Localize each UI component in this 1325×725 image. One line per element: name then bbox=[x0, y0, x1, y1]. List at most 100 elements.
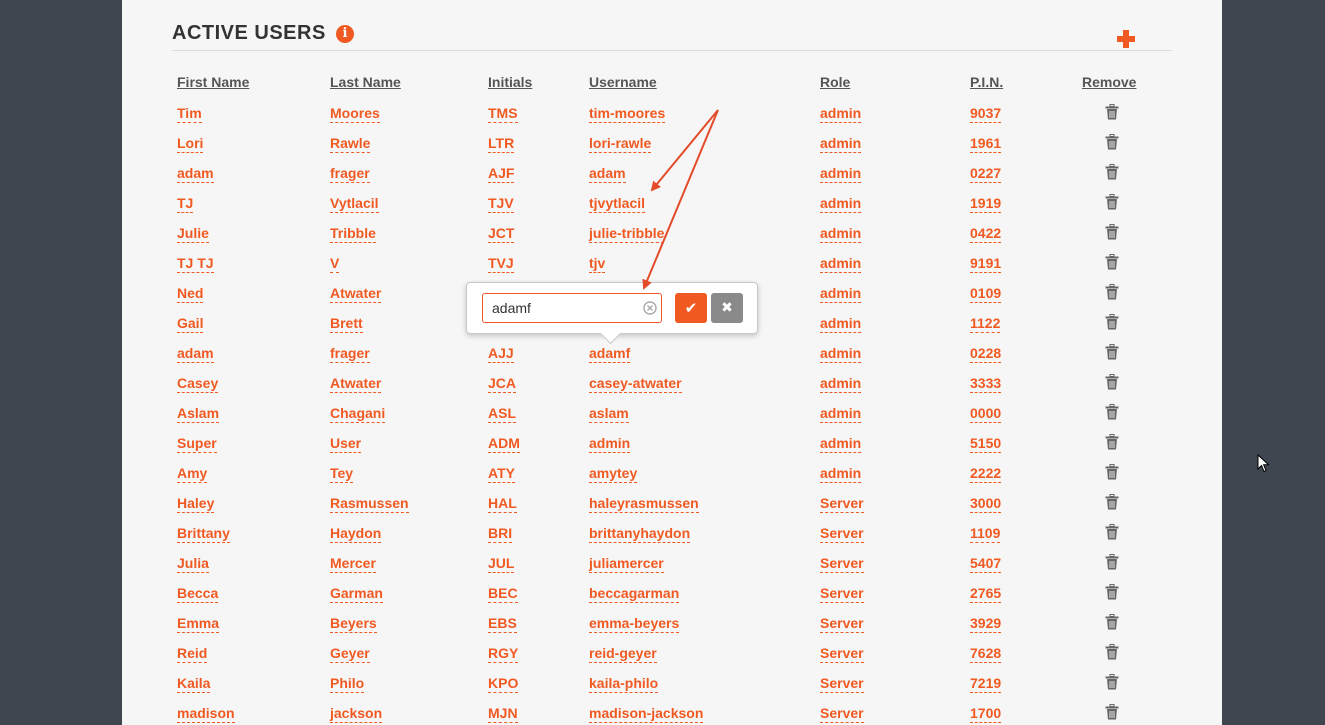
cell-role[interactable]: admin bbox=[820, 284, 862, 303]
info-icon[interactable]: i bbox=[336, 25, 354, 43]
trash-icon[interactable] bbox=[1105, 284, 1119, 300]
trash-icon[interactable] bbox=[1105, 554, 1119, 570]
cell-username[interactable]: kaila-philo bbox=[589, 674, 659, 693]
cell-username[interactable]: tjvytlacil bbox=[589, 194, 646, 213]
cell-last-name[interactable]: Chagani bbox=[330, 404, 386, 423]
cell-role[interactable]: admin bbox=[820, 134, 862, 153]
cell-role[interactable]: admin bbox=[820, 464, 862, 483]
cell-role[interactable]: Server bbox=[820, 524, 864, 543]
username-edit-input[interactable] bbox=[482, 293, 662, 323]
cell-pin[interactable]: 1919 bbox=[970, 194, 1002, 213]
cell-username[interactable]: emma-beyers bbox=[589, 614, 680, 633]
cell-last-name[interactable]: Rawle bbox=[330, 134, 371, 153]
cell-initials[interactable]: ATY bbox=[488, 464, 515, 483]
cell-initials[interactable]: BEC bbox=[488, 584, 518, 603]
cell-pin[interactable]: 9191 bbox=[970, 254, 1002, 273]
cell-last-name[interactable]: frager bbox=[330, 344, 370, 363]
cell-initials[interactable]: AJF bbox=[488, 164, 515, 183]
trash-icon[interactable] bbox=[1105, 674, 1119, 690]
cell-role[interactable]: admin bbox=[820, 374, 862, 393]
trash-icon[interactable] bbox=[1105, 344, 1119, 360]
cell-pin[interactable]: 5150 bbox=[970, 434, 1002, 453]
cell-pin[interactable]: 7628 bbox=[970, 644, 1002, 663]
trash-icon[interactable] bbox=[1105, 194, 1119, 210]
cell-first-name[interactable]: Julie bbox=[177, 224, 209, 243]
trash-icon[interactable] bbox=[1105, 584, 1119, 600]
cell-username[interactable]: casey-atwater bbox=[589, 374, 682, 393]
cell-pin[interactable]: 3929 bbox=[970, 614, 1002, 633]
cell-last-name[interactable]: User bbox=[330, 434, 362, 453]
trash-icon[interactable] bbox=[1105, 434, 1119, 450]
cell-first-name[interactable]: Super bbox=[177, 434, 217, 453]
cell-username[interactable]: amytey bbox=[589, 464, 638, 483]
trash-icon[interactable] bbox=[1105, 614, 1119, 630]
cell-initials[interactable]: ADM bbox=[488, 434, 520, 453]
cell-username[interactable]: juliamercer bbox=[589, 554, 664, 573]
cell-username[interactable]: lori-rawle bbox=[589, 134, 652, 153]
cell-last-name[interactable]: frager bbox=[330, 164, 370, 183]
cell-username[interactable]: aslam bbox=[589, 404, 629, 423]
cell-username[interactable]: admin bbox=[589, 434, 631, 453]
cell-pin[interactable]: 1109 bbox=[970, 524, 1001, 543]
cell-last-name[interactable]: Tey bbox=[330, 464, 354, 483]
cell-initials[interactable]: JCT bbox=[488, 224, 515, 243]
cell-last-name[interactable]: Moores bbox=[330, 104, 380, 123]
cell-first-name[interactable]: Amy bbox=[177, 464, 208, 483]
cell-initials[interactable]: LTR bbox=[488, 134, 515, 153]
cell-initials[interactable]: JUL bbox=[488, 554, 515, 573]
cell-username[interactable]: reid-geyer bbox=[589, 644, 657, 663]
trash-icon[interactable] bbox=[1105, 164, 1119, 180]
cell-initials[interactable]: BRI bbox=[488, 524, 513, 543]
cell-pin[interactable]: 3000 bbox=[970, 494, 1002, 513]
cell-last-name[interactable]: Mercer bbox=[330, 554, 376, 573]
cell-role[interactable]: admin bbox=[820, 104, 862, 123]
cell-username[interactable]: beccagarman bbox=[589, 584, 680, 603]
trash-icon[interactable] bbox=[1105, 644, 1119, 660]
cell-username[interactable]: julie-tribble bbox=[589, 224, 665, 243]
column-header-initials[interactable]: Initials bbox=[488, 74, 532, 90]
trash-icon[interactable] bbox=[1105, 254, 1119, 270]
cell-first-name[interactable]: Brittany bbox=[177, 524, 230, 543]
trash-icon[interactable] bbox=[1105, 224, 1119, 240]
cell-last-name[interactable]: Geyer bbox=[330, 644, 370, 663]
cell-first-name[interactable]: Ned bbox=[177, 284, 204, 303]
cell-role[interactable]: admin bbox=[820, 314, 862, 333]
cell-username[interactable]: adamf bbox=[589, 344, 631, 363]
cell-initials[interactable]: JCA bbox=[488, 374, 517, 393]
cell-username[interactable]: haleyrasmussen bbox=[589, 494, 699, 513]
cell-pin[interactable]: 0109 bbox=[970, 284, 1002, 303]
cell-username[interactable]: tim-moores bbox=[589, 104, 666, 123]
cell-initials[interactable]: EBS bbox=[488, 614, 517, 633]
cell-first-name[interactable]: TJ bbox=[177, 194, 194, 213]
cell-first-name[interactable]: Tim bbox=[177, 104, 202, 123]
cell-last-name[interactable]: V bbox=[330, 254, 340, 273]
trash-icon[interactable] bbox=[1105, 704, 1119, 720]
cell-pin[interactable]: 9037 bbox=[970, 104, 1002, 123]
cell-pin[interactable]: 7219 bbox=[970, 674, 1002, 693]
cell-initials[interactable]: MJN bbox=[488, 704, 518, 723]
trash-icon[interactable] bbox=[1105, 374, 1119, 390]
cancel-edit-button[interactable]: ✖ bbox=[711, 293, 743, 323]
cell-first-name[interactable]: Reid bbox=[177, 644, 208, 663]
trash-icon[interactable] bbox=[1105, 314, 1119, 330]
cell-last-name[interactable]: Atwater bbox=[330, 284, 382, 303]
cell-initials[interactable]: TVJ bbox=[488, 254, 514, 273]
cell-initials[interactable]: HAL bbox=[488, 494, 517, 513]
cell-role[interactable]: Server bbox=[820, 494, 864, 513]
cell-first-name[interactable]: Aslam bbox=[177, 404, 220, 423]
trash-icon[interactable] bbox=[1105, 464, 1119, 480]
trash-icon[interactable] bbox=[1105, 524, 1119, 540]
cell-role[interactable]: admin bbox=[820, 254, 862, 273]
cell-first-name[interactable]: Julia bbox=[177, 554, 209, 573]
cell-last-name[interactable]: Tribble bbox=[330, 224, 376, 243]
trash-icon[interactable] bbox=[1105, 134, 1119, 150]
cell-last-name[interactable]: Brett bbox=[330, 314, 363, 333]
add-user-plus-icon[interactable] bbox=[1115, 28, 1137, 50]
cell-initials[interactable]: TJV bbox=[488, 194, 514, 213]
clear-circle-icon[interactable] bbox=[643, 301, 657, 315]
column-header-last-name[interactable]: Last Name bbox=[330, 74, 401, 90]
cell-pin[interactable]: 0227 bbox=[970, 164, 1002, 183]
column-header-username[interactable]: Username bbox=[589, 74, 657, 90]
cell-last-name[interactable]: Rasmussen bbox=[330, 494, 409, 513]
cell-last-name[interactable]: Philo bbox=[330, 674, 365, 693]
